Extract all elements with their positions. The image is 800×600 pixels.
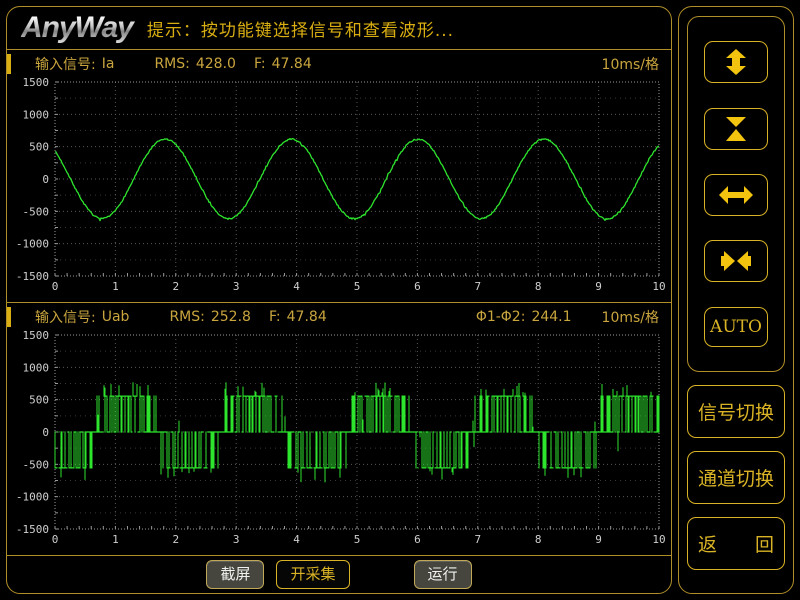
main-display-area: AnyWay 提示：按功能键选择信号和查看波形... 输入信号: Ia RMS:… — [6, 6, 672, 594]
svg-text:8: 8 — [535, 533, 542, 546]
horizontal-compress-button[interactable] — [704, 240, 768, 282]
svg-text:0: 0 — [52, 533, 59, 546]
svg-text:9: 9 — [595, 280, 602, 293]
svg-text:-500: -500 — [23, 458, 50, 471]
svg-text:1500: 1500 — [23, 329, 50, 342]
freq-value: 47.84 — [272, 56, 312, 72]
svg-text:1000: 1000 — [23, 361, 50, 374]
run-button[interactable]: 运行 — [414, 560, 472, 589]
horizontal-expand-button[interactable] — [704, 174, 768, 216]
svg-text:9: 9 — [595, 533, 602, 546]
svg-text:6: 6 — [414, 280, 421, 293]
bottom-button-bar: 截屏 开采集 运行 — [7, 556, 671, 592]
svg-text:2: 2 — [172, 533, 179, 546]
vertical-compress-button[interactable] — [704, 108, 768, 150]
phase-diff-value: 244.1 — [531, 309, 571, 325]
svg-text:-1000: -1000 — [16, 491, 49, 504]
svg-text:10: 10 — [652, 533, 665, 546]
svg-text:8: 8 — [535, 280, 542, 293]
scope-display-uab: 0 1 2 3 4 5 6 7 8 9 10 1500 1000 500 0 -500 -1000 -1500 — [9, 329, 669, 555]
scope-display-ia: 0 1 2 3 4 5 6 7 8 9 10 1500 1000 500 0 -500 -1000 -1500 — [9, 76, 669, 302]
sidebar: AUTO 信号切换 通道切换 返 回 — [678, 6, 794, 594]
return-button[interactable]: 返 回 — [687, 517, 785, 570]
signal-name: Ia — [102, 56, 115, 72]
svg-text:7: 7 — [474, 280, 481, 293]
rms-label: RMS: — [169, 309, 204, 325]
analyzer-screen: AnyWay 提示：按功能键选择信号和查看波形... 输入信号: Ia RMS:… — [0, 0, 800, 600]
screenshot-button[interactable]: 截屏 — [206, 560, 264, 589]
svg-text:500: 500 — [29, 394, 49, 407]
anyway-logo: AnyWay — [21, 11, 139, 45]
compress-vertical-icon — [718, 115, 754, 143]
svg-text:4: 4 — [293, 533, 300, 546]
freq-label: F: — [254, 56, 266, 72]
svg-text:5: 5 — [354, 533, 361, 546]
expand-vertical-icon — [718, 48, 754, 76]
svg-text:-1500: -1500 — [16, 523, 49, 536]
vertical-expand-button[interactable] — [704, 41, 768, 83]
panel-active-marker — [7, 307, 11, 327]
title-bar: AnyWay 提示：按功能键选择信号和查看波形... — [7, 7, 671, 50]
svg-text:5: 5 — [354, 280, 361, 293]
svg-text:1: 1 — [112, 280, 119, 293]
rms-value: 252.8 — [211, 309, 251, 325]
signal-switch-button[interactable]: 信号切换 — [687, 385, 785, 438]
panel-header-uab: 输入信号: Uab RMS: 252.8 F: 47.84 Φ1-Φ2: 244… — [7, 303, 671, 329]
compress-horizontal-icon — [718, 247, 754, 275]
svg-text:1: 1 — [112, 533, 119, 546]
svg-text:0: 0 — [42, 173, 49, 186]
svg-text:500: 500 — [29, 141, 49, 154]
hint-text: 提示：按功能键选择信号和查看波形... — [147, 16, 454, 41]
start-capture-button[interactable]: 开采集 — [276, 560, 349, 589]
svg-text:2: 2 — [172, 280, 179, 293]
svg-text:3: 3 — [233, 280, 240, 293]
svg-text:1500: 1500 — [23, 76, 50, 89]
zoom-button-group: AUTO — [687, 16, 785, 372]
freq-value: 47.84 — [287, 309, 327, 325]
signal-name: Uab — [102, 309, 130, 325]
svg-text:7: 7 — [474, 533, 481, 546]
svg-text:4: 4 — [293, 280, 300, 293]
svg-text:6: 6 — [414, 533, 421, 546]
svg-text:0: 0 — [42, 426, 49, 439]
svg-text:3: 3 — [233, 533, 240, 546]
svg-text:0: 0 — [52, 280, 59, 293]
input-signal-label: 输入信号: — [35, 54, 96, 74]
waveform-panel-ia: 输入信号: Ia RMS: 428.0 F: 47.84 10ms/格 0 1 2 3… — [7, 50, 671, 303]
svg-text:-1500: -1500 — [16, 270, 49, 283]
channel-switch-button[interactable]: 通道切换 — [687, 451, 785, 504]
waveform-panel-uab: 输入信号: Uab RMS: 252.8 F: 47.84 Φ1-Φ2: 244… — [7, 303, 671, 556]
rms-label: RMS: — [154, 56, 189, 72]
input-signal-label: 输入信号: — [35, 307, 96, 327]
freq-label: F: — [269, 309, 281, 325]
phase-diff-label: Φ1-Φ2: — [476, 309, 526, 325]
timebase-value: 10ms/格 — [602, 307, 659, 327]
rms-value: 428.0 — [196, 56, 236, 72]
timebase-value: 10ms/格 — [602, 54, 659, 74]
panel-header-ia: 输入信号: Ia RMS: 428.0 F: 47.84 10ms/格 — [7, 50, 671, 76]
expand-horizontal-icon — [718, 181, 754, 209]
panel-active-marker — [7, 54, 11, 74]
svg-text:1000: 1000 — [23, 108, 50, 121]
svg-text:10: 10 — [652, 280, 665, 293]
auto-scale-button[interactable]: AUTO — [704, 307, 768, 347]
svg-text:-500: -500 — [23, 205, 50, 218]
svg-text:-1000: -1000 — [16, 238, 49, 251]
